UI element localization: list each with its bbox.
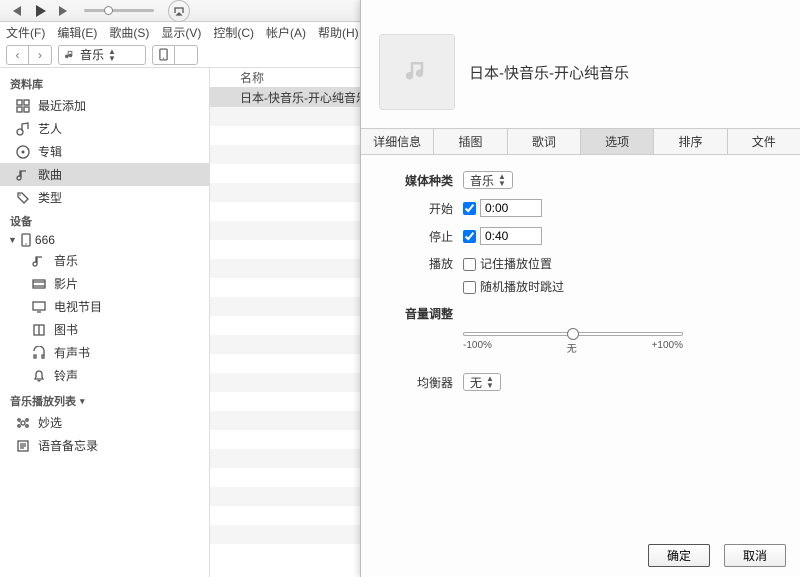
sidebar-device-audiobooks[interactable]: 有声书 bbox=[0, 341, 209, 364]
start-time-field[interactable] bbox=[480, 199, 542, 217]
recent-icon bbox=[16, 99, 30, 113]
disclosure-triangle-icon[interactable]: ▼ bbox=[8, 235, 17, 245]
menu-edit[interactable]: 编辑(E) bbox=[57, 24, 97, 41]
volume-adjust-label: 音量调整 bbox=[383, 305, 453, 322]
sidebar-item-artists[interactable]: 艺人 bbox=[0, 117, 209, 140]
song-info-tabs: 详细信息 插图 歌词 选项 排序 文件 bbox=[361, 128, 800, 155]
next-track-button[interactable] bbox=[54, 3, 74, 19]
media-type-select[interactable]: 音乐▲▼ bbox=[463, 171, 513, 189]
sidebar-header-devices: 设备 bbox=[0, 209, 209, 231]
play-button[interactable] bbox=[30, 3, 50, 19]
sidebar-item-recent[interactable]: 最近添加 bbox=[0, 94, 209, 117]
phone-icon bbox=[21, 233, 31, 247]
sidebar-playlist-genius[interactable]: 妙选 bbox=[0, 411, 209, 434]
voicememo-icon bbox=[16, 439, 30, 453]
nav-forward-button[interactable]: › bbox=[29, 46, 51, 64]
start-checkbox[interactable] bbox=[463, 202, 476, 215]
chevron-down-icon: ▾ bbox=[80, 396, 85, 407]
tab-lyrics[interactable]: 歌词 bbox=[508, 129, 581, 154]
menu-song[interactable]: 歌曲(S) bbox=[109, 24, 149, 41]
genre-icon bbox=[16, 191, 30, 205]
sidebar-header-library: 资料库 bbox=[0, 72, 209, 94]
chevron-updown-icon: ▲▼ bbox=[108, 48, 116, 62]
device-other-button[interactable] bbox=[175, 46, 197, 64]
book-icon bbox=[32, 323, 46, 337]
stop-time-field[interactable] bbox=[480, 227, 542, 245]
remember-position-checkbox[interactable] bbox=[463, 258, 476, 271]
menu-account[interactable]: 帐户(A) bbox=[266, 24, 306, 41]
airplay-button[interactable] bbox=[168, 0, 190, 22]
slider-thumb[interactable] bbox=[567, 328, 579, 340]
bell-icon bbox=[32, 369, 46, 383]
sidebar-device-music[interactable]: 音乐 bbox=[0, 249, 209, 272]
menu-help[interactable]: 帮助(H) bbox=[318, 24, 359, 41]
ok-button[interactable]: 确定 bbox=[648, 544, 710, 567]
volume-adjust-slider[interactable]: -100% 无 +100% bbox=[463, 332, 683, 355]
volume-thumb[interactable] bbox=[104, 6, 113, 15]
tab-options[interactable]: 选项 bbox=[581, 129, 654, 154]
nav-back-button[interactable]: ‹ bbox=[7, 46, 29, 64]
sidebar-item-songs[interactable]: 歌曲 bbox=[0, 163, 209, 186]
album-art-placeholder bbox=[379, 34, 455, 110]
song-info-title: 日本-快音乐-开心纯音乐 bbox=[469, 62, 629, 83]
song-info-panel: 日本-快音乐-开心纯音乐 详细信息 插图 歌词 选项 排序 文件 媒体种类 音乐… bbox=[360, 0, 800, 577]
sidebar-item-albums[interactable]: 专辑 bbox=[0, 140, 209, 163]
tv-icon bbox=[32, 300, 46, 314]
menu-view[interactable]: 显示(V) bbox=[161, 24, 201, 41]
sidebar-device-tv[interactable]: 电视节目 bbox=[0, 295, 209, 318]
music-icon bbox=[32, 254, 46, 268]
sidebar-device[interactable]: ▼666 bbox=[0, 231, 209, 249]
start-label: 开始 bbox=[383, 200, 453, 217]
sidebar-device-books[interactable]: 图书 bbox=[0, 318, 209, 341]
device-selector bbox=[152, 45, 198, 65]
nav-back-forward: ‹ › bbox=[6, 45, 52, 65]
sidebar: 资料库 最近添加 艺人 专辑 歌曲 类型 设备 ▼666 音乐 影片 电视节目 … bbox=[0, 68, 210, 577]
movie-icon bbox=[32, 277, 46, 291]
library-selector-label: 音乐 bbox=[80, 46, 104, 63]
song-icon bbox=[16, 168, 30, 182]
previous-track-button[interactable] bbox=[6, 3, 26, 19]
music-note-icon bbox=[65, 49, 76, 60]
sidebar-header-playlists[interactable]: 音乐播放列表▾ bbox=[0, 387, 209, 411]
library-selector[interactable]: 音乐 ▲▼ bbox=[58, 45, 146, 65]
tab-file[interactable]: 文件 bbox=[728, 129, 800, 154]
album-icon bbox=[16, 145, 30, 159]
sidebar-device-ringtones[interactable]: 铃声 bbox=[0, 364, 209, 387]
tab-artwork[interactable]: 插图 bbox=[434, 129, 507, 154]
media-type-label: 媒体种类 bbox=[383, 172, 453, 189]
audiobook-icon bbox=[32, 346, 46, 360]
artist-icon bbox=[16, 122, 30, 136]
genius-icon bbox=[16, 416, 30, 430]
cancel-button[interactable]: 取消 bbox=[724, 544, 786, 567]
skip-shuffle-checkbox[interactable] bbox=[463, 281, 476, 294]
equalizer-select[interactable]: 无▲▼ bbox=[463, 373, 501, 391]
options-form: 媒体种类 音乐▲▼ 开始 停止 播放 记住播放位置 随机播放时跳过 音量调整 - bbox=[361, 155, 800, 417]
menu-file[interactable]: 文件(F) bbox=[6, 24, 45, 41]
stop-label: 停止 bbox=[383, 228, 453, 245]
device-phone-button[interactable] bbox=[153, 46, 175, 64]
menu-control[interactable]: 控制(C) bbox=[213, 24, 254, 41]
sidebar-device-movies[interactable]: 影片 bbox=[0, 272, 209, 295]
equalizer-label: 均衡器 bbox=[383, 374, 453, 391]
sidebar-item-genres[interactable]: 类型 bbox=[0, 186, 209, 209]
tab-details[interactable]: 详细信息 bbox=[361, 129, 434, 154]
volume-slider[interactable] bbox=[84, 9, 154, 12]
playback-label: 播放 bbox=[383, 255, 453, 272]
sidebar-playlist-voicememos[interactable]: 语音备忘录 bbox=[0, 434, 209, 457]
stop-checkbox[interactable] bbox=[463, 230, 476, 243]
tab-sorting[interactable]: 排序 bbox=[654, 129, 727, 154]
